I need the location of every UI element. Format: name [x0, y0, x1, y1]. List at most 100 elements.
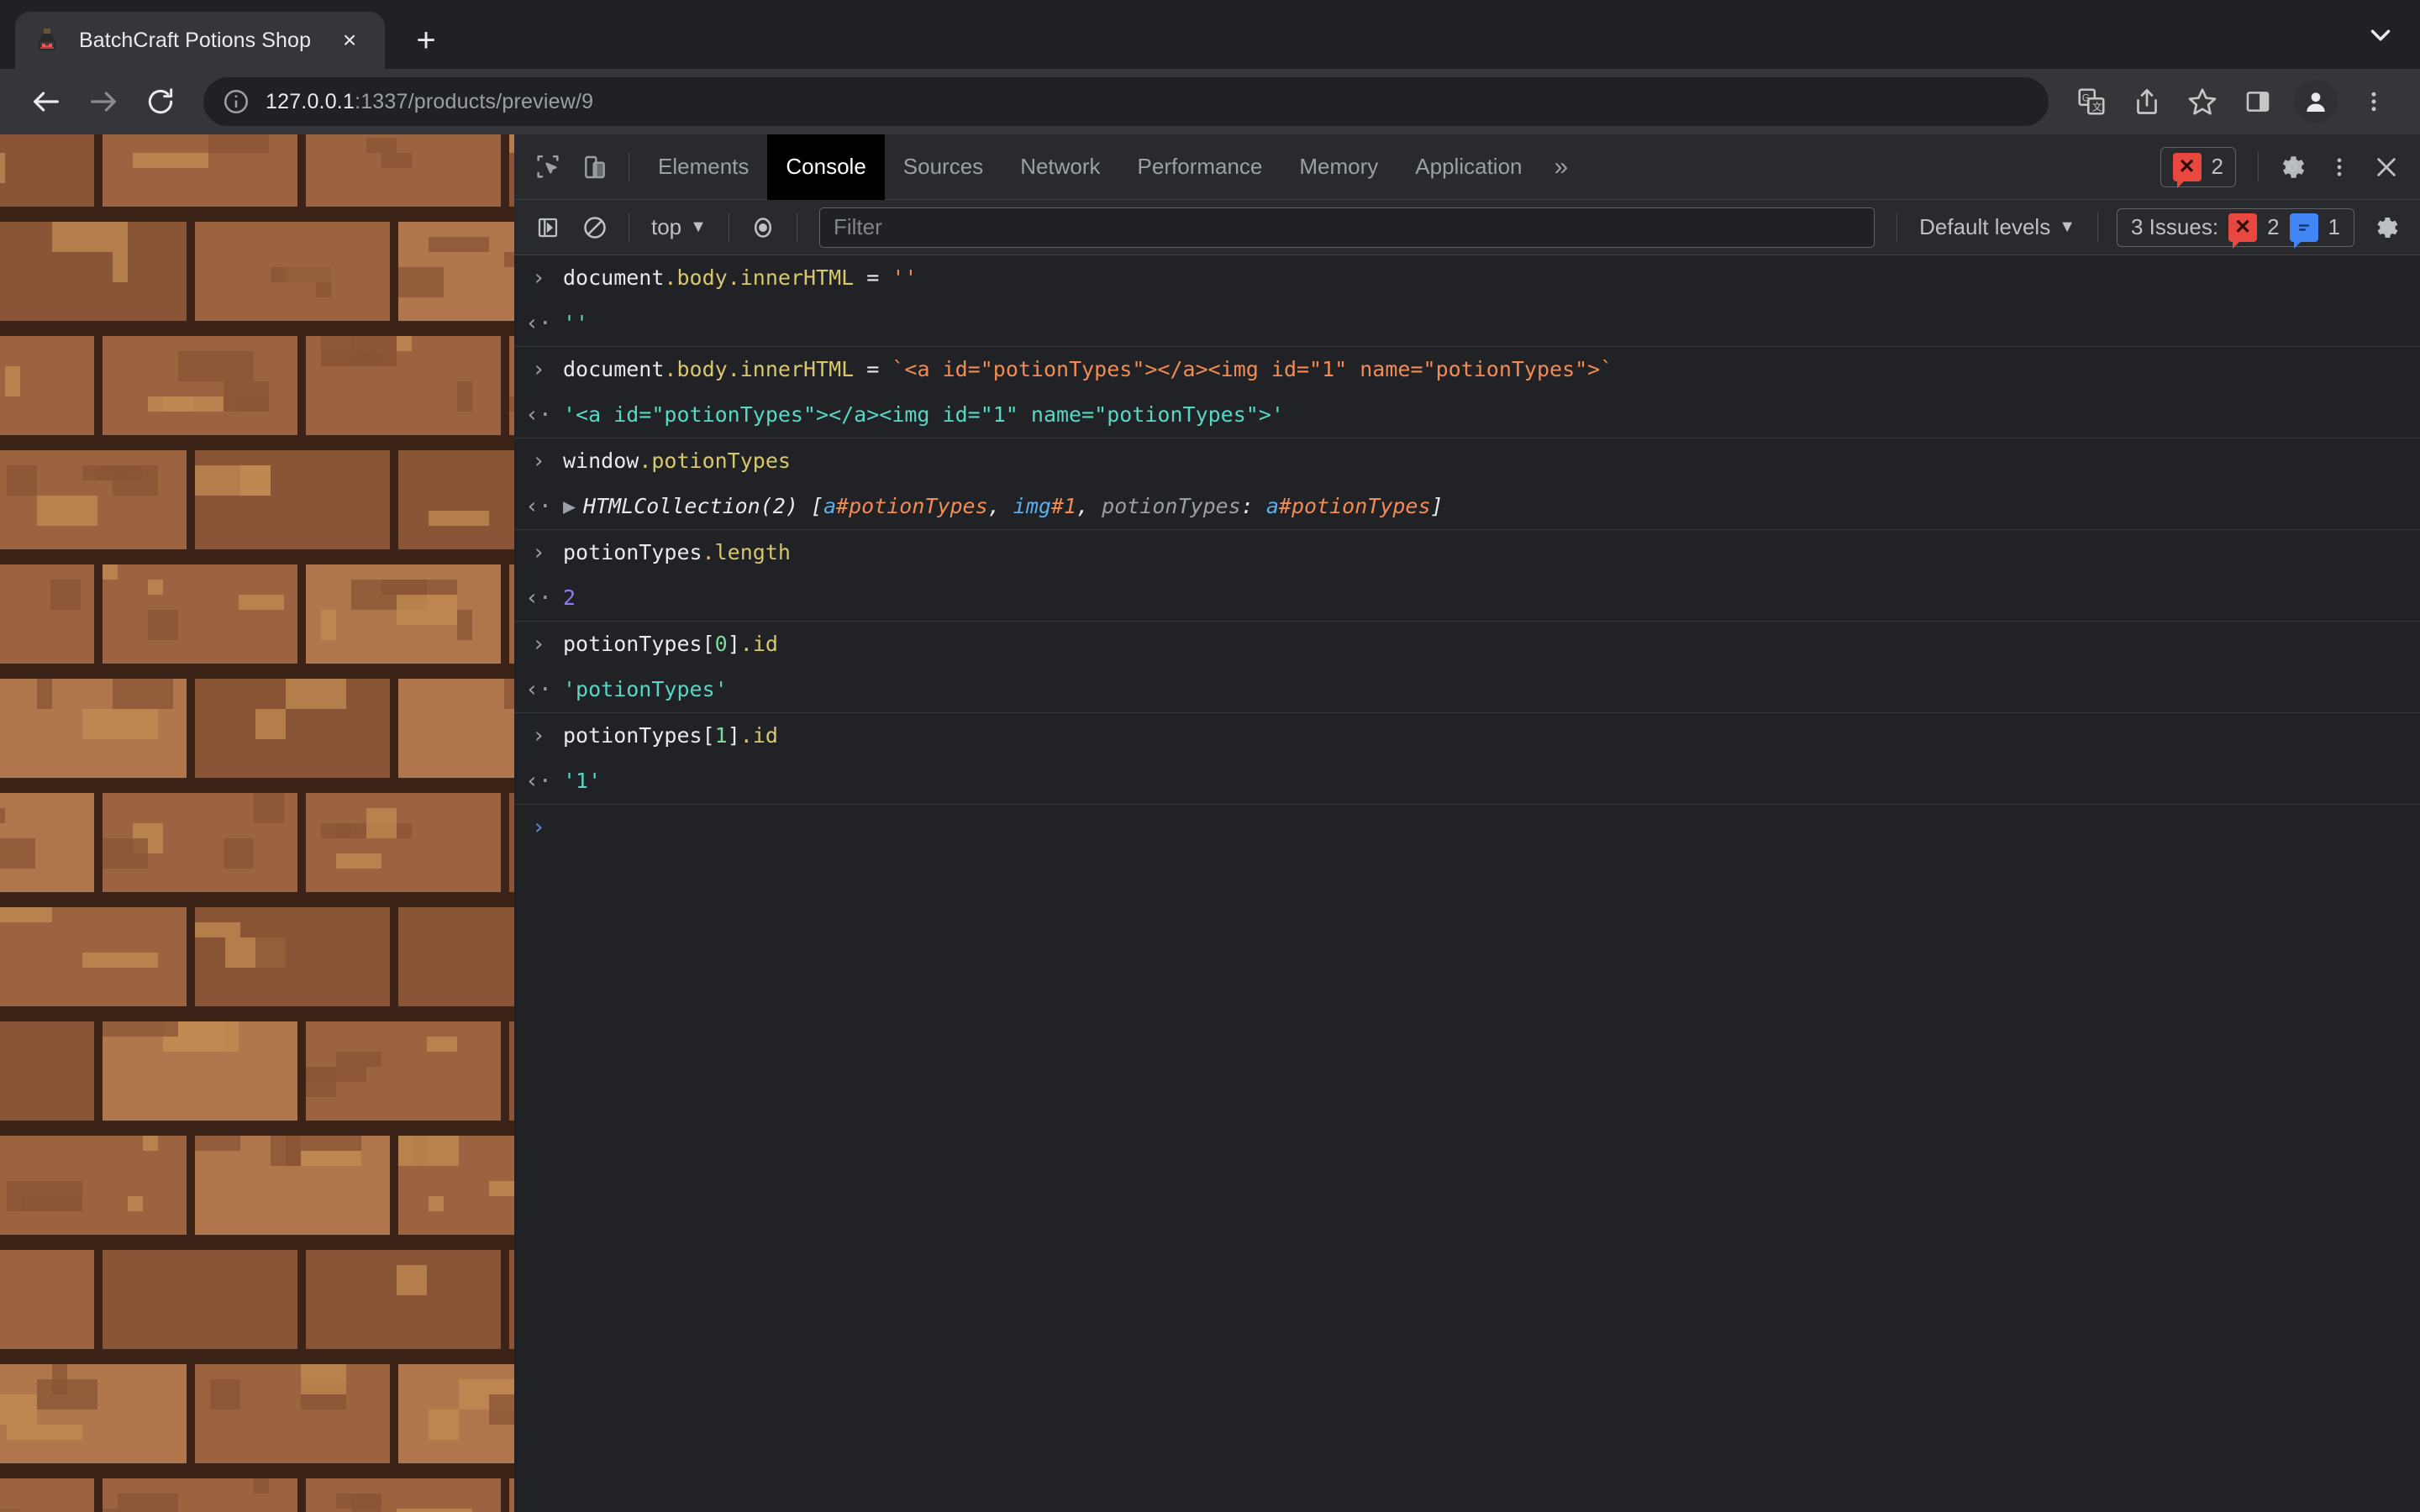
issues-badge[interactable]: 3 Issues: ✕ 2 1: [2117, 207, 2354, 249]
brick-tile: [509, 564, 514, 664]
console-output-line[interactable]: ‹· ▶ HTMLCollection(2) [a#potionTypes, img…: [514, 484, 2420, 529]
console-token: '<a id="potionTypes"></a><img id="1" nam…: [563, 402, 1284, 427]
devtools-tab-performance[interactable]: Performance: [1119, 134, 1281, 200]
console-output-line[interactable]: ‹· '1': [514, 759, 2420, 804]
console-output-line[interactable]: ‹· '<a id="potionTypes"></a><img id="1" n…: [514, 392, 2420, 438]
console-token: document: [563, 357, 665, 381]
brick-chip: [239, 595, 284, 610]
console-log-group: › potionTypes[1].id ‹· '1': [514, 713, 2420, 805]
brick-chip: [504, 679, 514, 709]
brick-chip: [82, 709, 158, 739]
brick-tile: [103, 1021, 297, 1121]
console-output-line[interactable]: ‹· '': [514, 301, 2420, 346]
console-input-line[interactable]: › document.body.innerHTML = `<a id="potio…: [514, 347, 2420, 392]
brick-chip: [254, 1478, 269, 1494]
back-button[interactable]: [20, 76, 72, 128]
brick-chip: [429, 1196, 444, 1211]
brick-tile: [0, 1250, 94, 1349]
potion-bottle-icon: [34, 27, 60, 54]
console-token: 0: [714, 632, 728, 656]
console-settings-gear-icon[interactable]: [2363, 204, 2410, 251]
devtools-tab-memory[interactable]: Memory: [1281, 134, 1397, 200]
brick-tile: [0, 222, 187, 321]
live-expression-eye-icon[interactable]: [739, 204, 786, 251]
brick-chip: [381, 153, 412, 168]
brick-chip: [22, 1196, 82, 1211]
devtools-tab-console[interactable]: Console: [767, 134, 885, 200]
console-filter-bar: top ▼ Default levels ▼ 3 Issues: ✕: [514, 200, 2420, 255]
error-count-badge[interactable]: ✕ 2: [2160, 146, 2236, 188]
console-log-area[interactable]: › document.body.innerHTML = '' ‹· '' › docume…: [514, 255, 2420, 1512]
profile-avatar[interactable]: [2294, 80, 2338, 123]
brick-chip: [37, 1379, 97, 1410]
gear-icon[interactable]: [2269, 144, 2316, 191]
console-input-line[interactable]: › window.potionTypes: [514, 438, 2420, 484]
address-bar[interactable]: 127.0.0.1:1337/products/preview/9: [203, 77, 2049, 126]
share-icon[interactable]: [2121, 76, 2173, 128]
issues-error-count: 2: [2267, 214, 2280, 239]
three-dot-menu-icon[interactable]: [2348, 76, 2400, 128]
console-output-line[interactable]: ‹· 2: [514, 575, 2420, 621]
brick-tile: [306, 134, 501, 207]
brick-chip: [429, 237, 489, 252]
output-caret-icon: ‹·: [525, 402, 552, 428]
brick-chip: [255, 709, 286, 739]
brick-chip: [0, 134, 20, 138]
console-output-line[interactable]: ‹· 'potionTypes': [514, 667, 2420, 712]
brick-chip: [0, 1021, 5, 1052]
browser-tab[interactable]: BatchCraft Potions Shop ×: [15, 12, 385, 69]
bookmark-star-icon[interactable]: [2176, 76, 2228, 128]
close-tab-icon[interactable]: ×: [333, 24, 366, 57]
reload-button[interactable]: [134, 76, 187, 128]
brick-tile: [195, 1136, 390, 1235]
brick-chip: [489, 1394, 514, 1425]
console-input-line[interactable]: › potionTypes[0].id: [514, 622, 2420, 667]
expand-triangle-icon[interactable]: ▶: [563, 491, 583, 522]
brick-chip: [474, 465, 489, 480]
svg-text:文: 文: [2092, 101, 2102, 113]
brick-chip: [0, 1067, 20, 1082]
brick-chip: [103, 1021, 178, 1037]
console-input-line[interactable]: › document.body.innerHTML = '': [514, 255, 2420, 301]
console-log-group: › document.body.innerHTML = '' ‹· '': [514, 255, 2420, 347]
console-sidebar-icon[interactable]: [524, 204, 571, 251]
javascript-context-dropdown[interactable]: top ▼: [639, 214, 718, 240]
forward-button[interactable]: [77, 76, 129, 128]
devtools-tab-network[interactable]: Network: [1002, 134, 1118, 200]
brick-chip: [7, 465, 37, 496]
console-prompt-line[interactable]: ›: [514, 805, 2420, 850]
site-info-icon[interactable]: [222, 87, 250, 116]
brick-chip: [457, 381, 472, 412]
devtools-tab-sources[interactable]: Sources: [885, 134, 1002, 200]
devtools-tabs-overflow-icon[interactable]: »: [1541, 153, 1582, 181]
device-toolbar-icon[interactable]: [571, 144, 618, 191]
brick-tile: [509, 1478, 514, 1512]
translate-icon[interactable]: G 文: [2065, 76, 2118, 128]
close-devtools-icon[interactable]: [2363, 144, 2410, 191]
brick-chip: [504, 252, 514, 267]
chevron-down-icon[interactable]: [2365, 19, 2396, 55]
brick-tile: [195, 450, 390, 549]
devtools-tab-elements[interactable]: Elements: [639, 134, 767, 200]
console-filter-input[interactable]: [818, 207, 1876, 248]
console-input-line[interactable]: › potionTypes.length: [514, 530, 2420, 575]
console-token: window: [563, 449, 639, 473]
console-token: :: [1240, 494, 1266, 518]
clear-console-icon[interactable]: [571, 204, 618, 251]
log-levels-dropdown[interactable]: Default levels ▼: [1907, 214, 2087, 240]
divider: [2097, 212, 2098, 243]
side-panel-icon[interactable]: [2232, 76, 2284, 128]
console-output-text: ▶ HTMLCollection(2) [a#potionTypes, img#1…: [563, 491, 2420, 522]
devtools-tab-application[interactable]: Application: [1397, 134, 1540, 200]
console-token: '': [892, 265, 918, 290]
viewport: Elements Console Sources Network Perform…: [0, 134, 2420, 1512]
devtools-more-menu-icon[interactable]: [2316, 144, 2363, 191]
new-tab-button[interactable]: +: [400, 14, 452, 66]
inspect-element-icon[interactable]: [524, 144, 571, 191]
brick-tile: [398, 1364, 514, 1463]
console-input-line[interactable]: › potionTypes[1].id: [514, 713, 2420, 759]
console-output-text: '': [563, 308, 2420, 339]
console-token: .id: [739, 723, 778, 748]
console-token: potionTypes: [563, 723, 702, 748]
brick-chip: [0, 153, 5, 183]
